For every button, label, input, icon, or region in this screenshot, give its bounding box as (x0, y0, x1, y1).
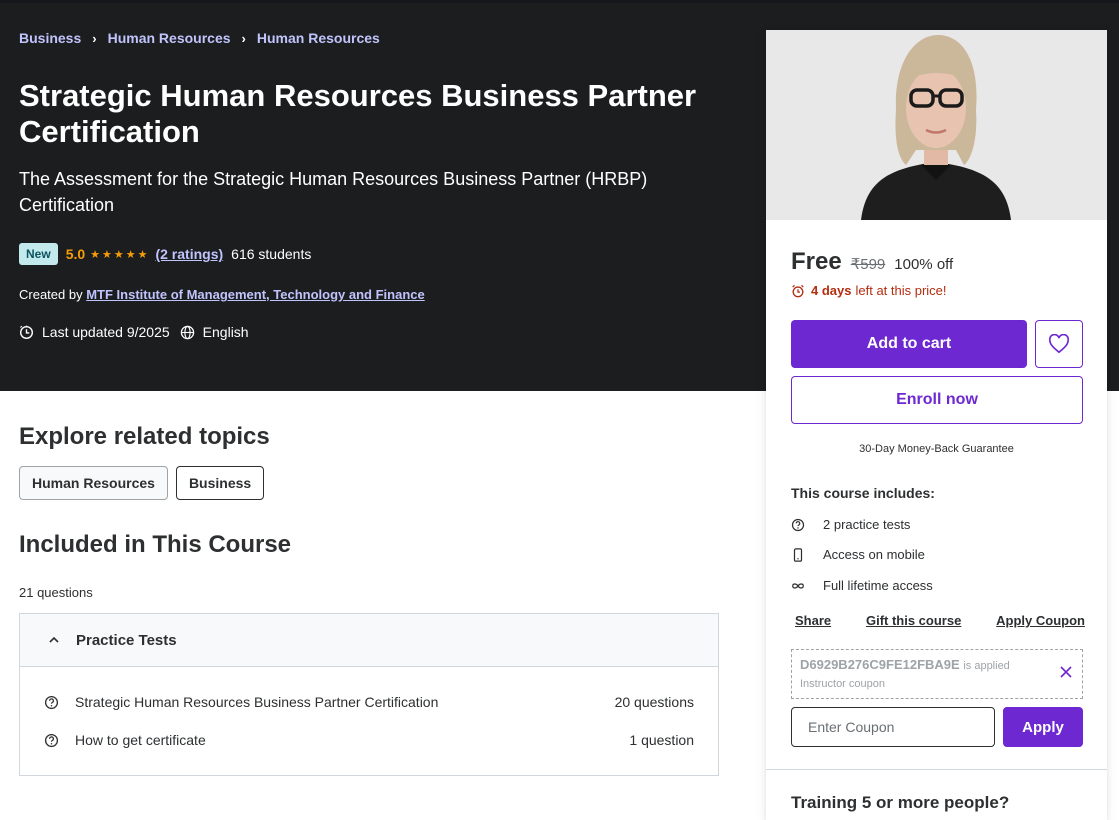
money-back-guarantee: 30-Day Money-Back Guarantee (859, 443, 1014, 455)
star-rating-icon: ★★★★★ (90, 248, 150, 261)
lecture-count: 1 question (629, 732, 694, 748)
question-circle-icon (44, 695, 59, 709)
course-preview-image[interactable] (766, 30, 1107, 220)
apply-coupon-button[interactable]: Apply (1003, 707, 1083, 747)
last-updated: Last updated 9/2025 (42, 324, 170, 340)
section-title: Practice Tests (76, 631, 177, 649)
divider (766, 769, 1107, 770)
coupon-applied-text: is applied (963, 660, 1010, 672)
explore-topics-title: Explore related topics (19, 423, 270, 450)
students-count: 616 students (231, 246, 312, 262)
course-language: English (202, 324, 249, 340)
chevron-right-icon: › (241, 30, 246, 46)
question-circle-icon (44, 733, 59, 747)
created-by: Created by MTF Institute of Management, … (19, 287, 425, 302)
apply-coupon-link[interactable]: Apply Coupon (996, 613, 1085, 628)
coupon-type: Instructor coupon (800, 678, 885, 690)
original-price: ₹599 (850, 256, 886, 273)
wishlist-button[interactable] (1035, 320, 1083, 368)
lecture-title: Strategic Human Resources Business Partn… (75, 694, 439, 710)
share-link[interactable]: Share (795, 613, 831, 628)
add-to-cart-button[interactable]: Add to cart (791, 320, 1027, 368)
practice-tests-section: Practice Tests Strategic Human Resources… (19, 613, 719, 776)
coupon-input[interactable] (791, 707, 995, 747)
include-label: Access on mobile (823, 547, 925, 562)
breadcrumb-business[interactable]: Business (19, 30, 81, 46)
lecture-count: 20 questions (614, 694, 694, 710)
sidebar-links: Share Gift this course Apply Coupon (795, 613, 1085, 628)
included-title: Included in This Course (19, 531, 292, 558)
purchase-sidebar: Free ₹599 100% off 4 days left at this p… (766, 30, 1107, 820)
rating-value: 5.0 (65, 246, 86, 262)
page-title: Strategic Human Resources Business Partn… (19, 78, 697, 149)
created-by-label: Created by (19, 287, 83, 302)
question-count: 21 questions (19, 585, 93, 600)
include-label: Full lifetime access (823, 578, 933, 593)
infinity-icon (792, 582, 804, 589)
discount-percent: 100% off (894, 256, 954, 273)
new-badge: New (19, 243, 58, 265)
question-circle-icon (791, 518, 805, 531)
breadcrumb-hr[interactable]: Human Resources (108, 30, 231, 46)
topic-business[interactable]: Business (175, 466, 265, 500)
rating-row: New 5.0 ★★★★★ (2 ratings) 616 students (19, 243, 311, 265)
heart-icon (1048, 334, 1070, 354)
list-item[interactable]: How to get certificate 1 question (44, 732, 694, 748)
section-header[interactable]: Practice Tests (20, 614, 718, 667)
topic-human-resources[interactable]: Human Resources (19, 466, 168, 500)
mobile-phone-icon (793, 547, 803, 562)
topic-list: Human Resources Business (19, 466, 272, 500)
instructor-link[interactable]: MTF Institute of Management, Technology … (86, 287, 425, 302)
price-row: Free ₹599 100% off (791, 248, 953, 276)
globe-icon (180, 325, 194, 339)
include-practice-tests: 2 practice tests (791, 517, 910, 532)
deadline-text: left at this price! (855, 283, 947, 298)
chevron-right-icon: › (92, 30, 97, 46)
close-icon[interactable] (1060, 666, 1072, 678)
current-price: Free (791, 248, 842, 275)
breadcrumb: Business › Human Resources › Human Resou… (19, 30, 380, 46)
alarm-clock-icon (792, 284, 804, 297)
course-meta: Last updated 9/2025 English (19, 324, 249, 340)
breadcrumb-hr-topic[interactable]: Human Resources (257, 30, 380, 46)
include-label: 2 practice tests (823, 517, 911, 532)
instructor-photo (766, 30, 1107, 220)
course-subtitle: The Assessment for the Strategic Human R… (19, 169, 648, 215)
applied-coupon: D6929B276C9FE12FBA9E is applied Instruct… (791, 649, 1083, 699)
ratings-link[interactable]: (2 ratings) (155, 246, 223, 262)
coupon-code: D6929B276C9FE12FBA9E (800, 657, 960, 672)
deadline-days: 4 days (811, 283, 852, 298)
top-divider (0, 0, 1119, 3)
include-mobile: Access on mobile (791, 547, 925, 562)
training-heading: Training 5 or more people? (791, 793, 1010, 812)
lecture-title: How to get certificate (75, 732, 206, 748)
clock-alert-icon (19, 325, 34, 339)
gift-course-link[interactable]: Gift this course (866, 613, 961, 628)
include-lifetime: Full lifetime access (791, 578, 933, 593)
price-deadline: 4 days left at this price! (791, 283, 947, 298)
enroll-now-button[interactable]: Enroll now (791, 376, 1083, 424)
chevron-up-icon (49, 636, 59, 643)
list-item[interactable]: Strategic Human Resources Business Partn… (44, 694, 694, 710)
includes-title: This course includes: (791, 485, 935, 501)
